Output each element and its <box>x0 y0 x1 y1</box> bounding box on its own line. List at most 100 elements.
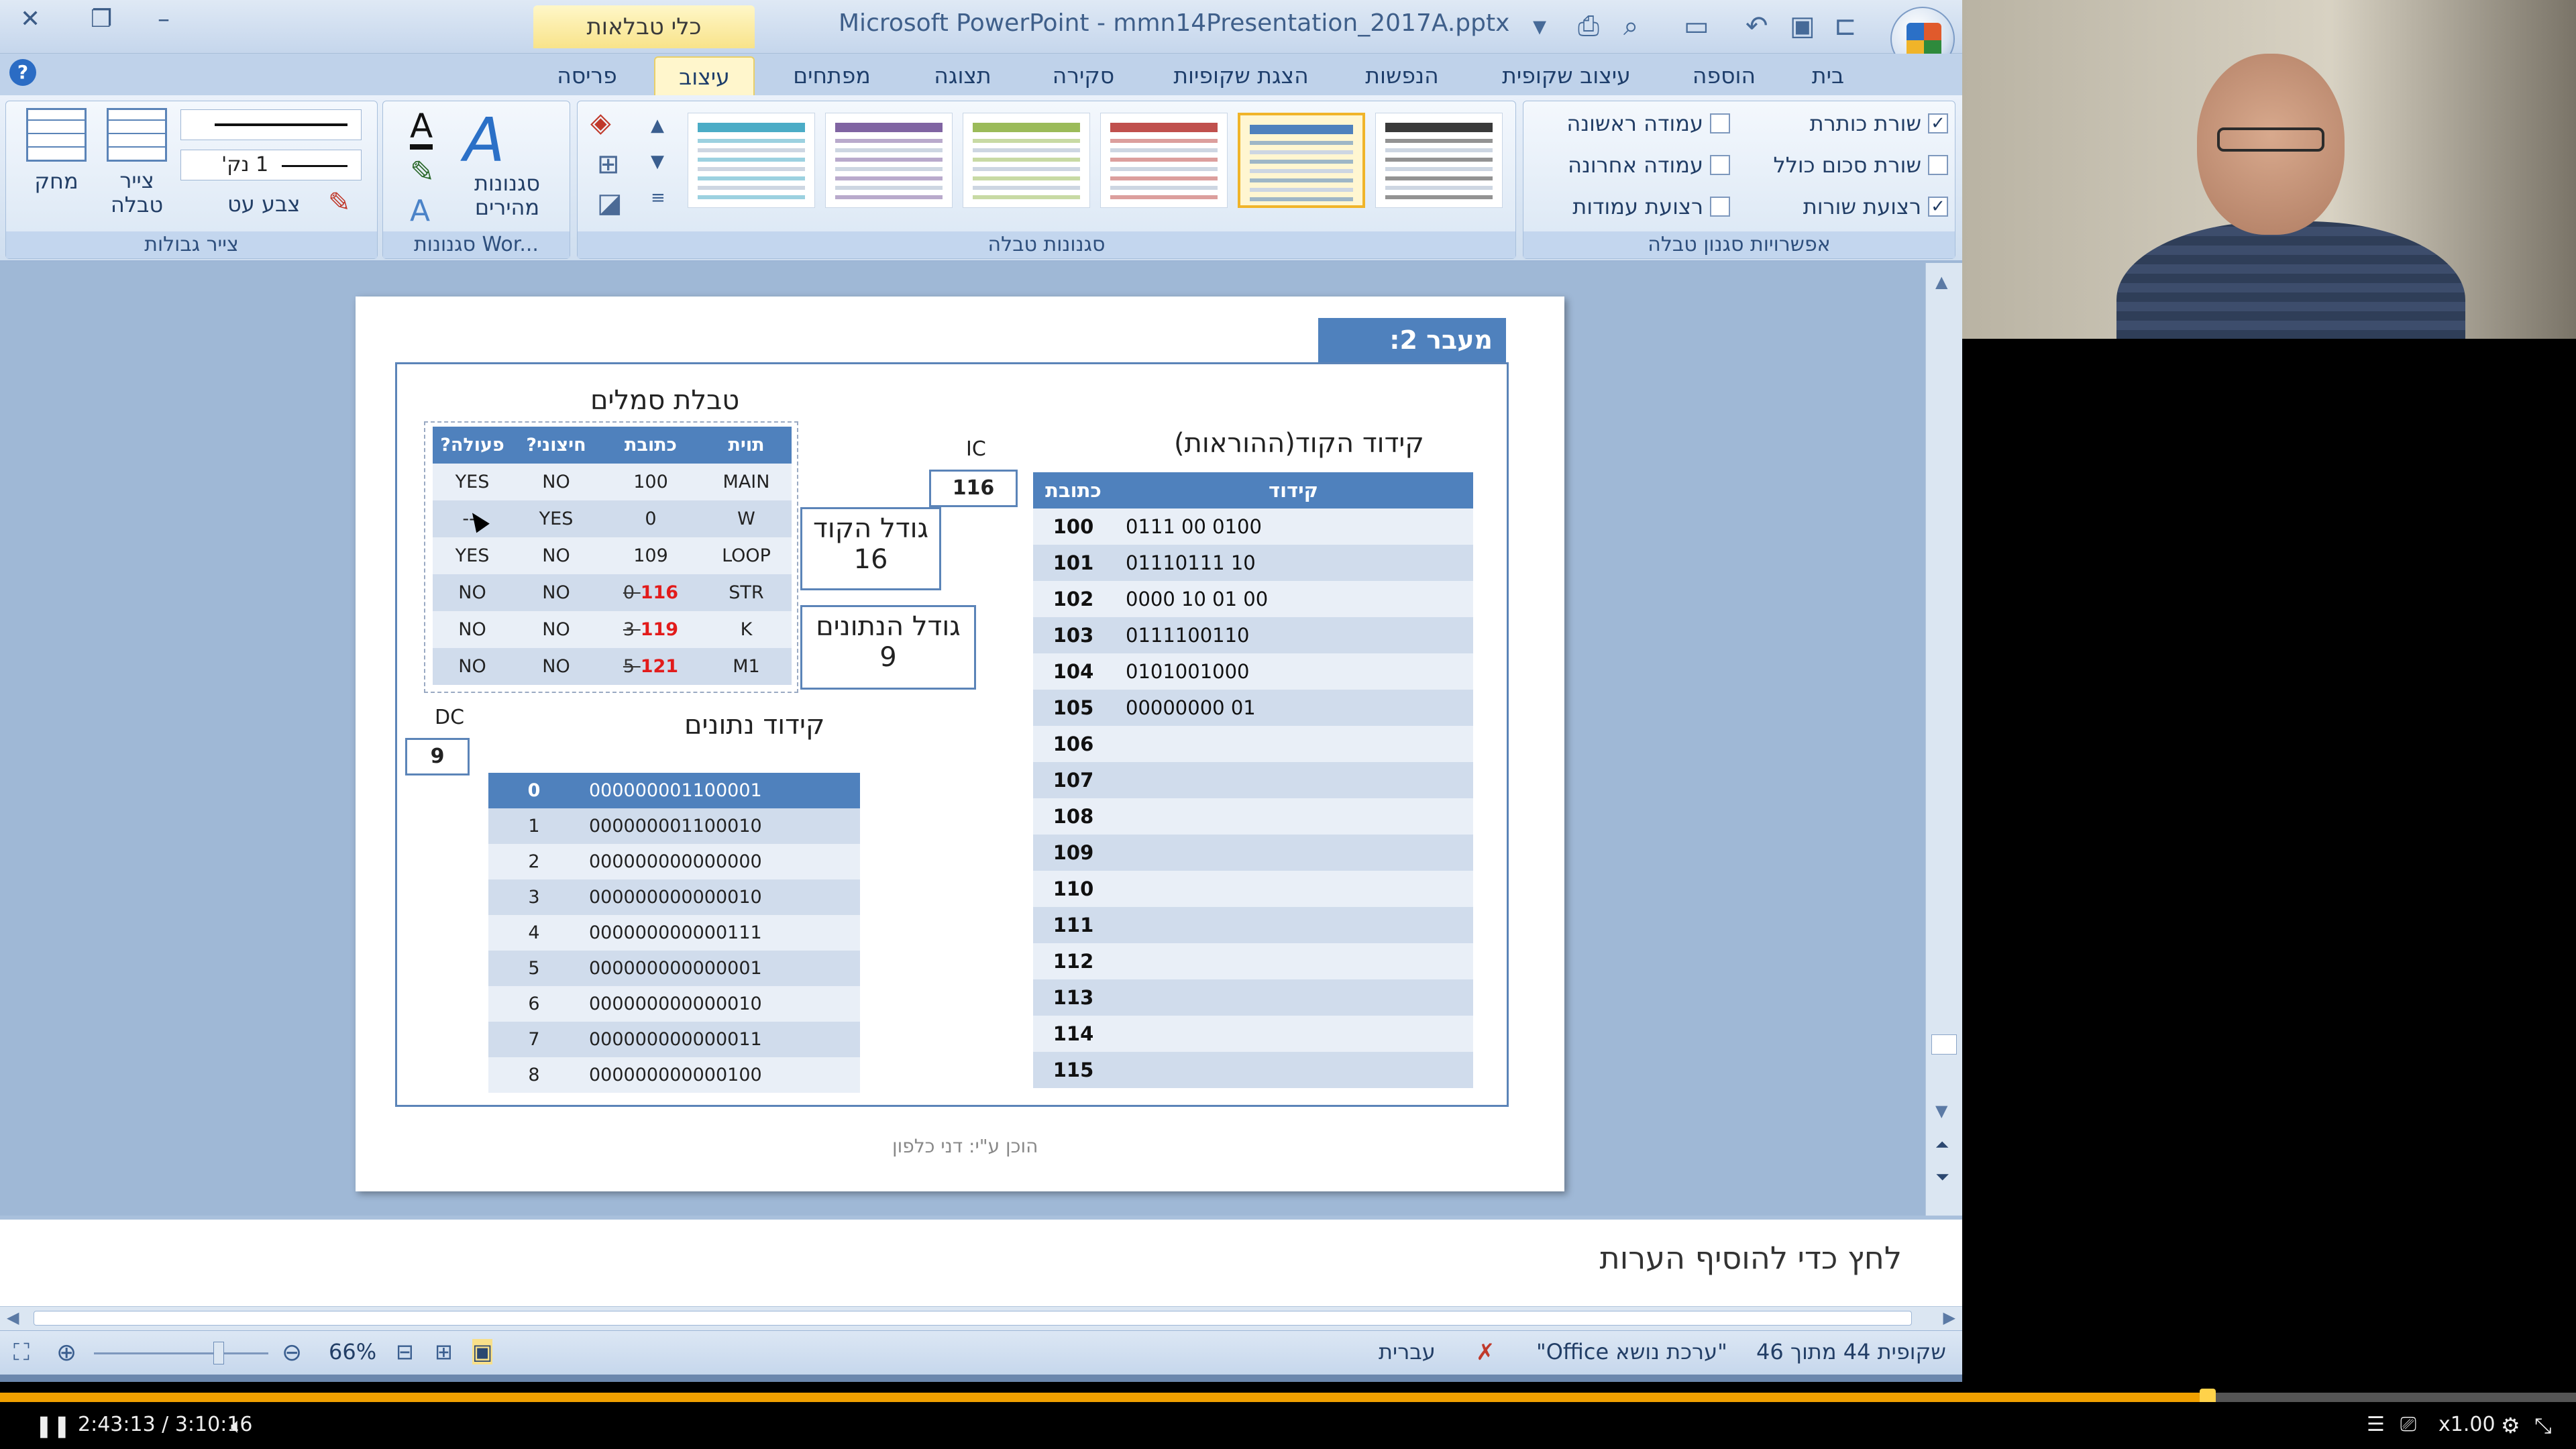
horizontal-scrollbar[interactable]: ◀ ▶ <box>0 1306 1962 1330</box>
checkbox-icon[interactable] <box>1710 155 1730 175</box>
code-size-box[interactable]: גודל הקוד 16 <box>800 507 941 590</box>
scroll-thumb[interactable] <box>1931 1034 1957 1055</box>
data-encoding-table[interactable]: 0 000000001100001 1 000000001100010 2 0000000… <box>488 773 860 1093</box>
label-cell: LOOP <box>701 537 792 574</box>
tab-table-design[interactable]: עיצוב <box>654 56 755 95</box>
table-style-swatch[interactable] <box>688 113 815 208</box>
tab-animations[interactable]: הנפשות <box>1348 56 1456 95</box>
data-size-box[interactable]: גודל הנתונים 9 <box>800 605 976 690</box>
slide-show-icon[interactable]: ▭ <box>1684 11 1709 42</box>
qat-customize-icon[interactable]: ▾ <box>1533 11 1546 42</box>
scroll-down-icon[interactable]: ▼ <box>1935 1102 1947 1120</box>
slide-sorter-icon[interactable]: ⊞ <box>435 1339 453 1364</box>
option-banded-rows[interactable]: ✓ רצועת שורות <box>1803 194 1948 219</box>
table-style-swatch[interactable] <box>963 113 1090 208</box>
tab-view[interactable]: תצוגה <box>919 56 1006 95</box>
scroll-up-icon[interactable]: ▲ <box>1935 272 1947 291</box>
chapters-icon[interactable]: ☰ <box>2367 1413 2385 1436</box>
print-preview-icon[interactable]: ⌕ <box>1623 11 1638 42</box>
vertical-scrollbar[interactable]: ▲ ▼ ⏶ ⏷ <box>1925 263 1962 1216</box>
checkbox-icon[interactable] <box>1928 155 1948 175</box>
option-header-row[interactable]: ✓ שורת כותרת <box>1810 111 1948 136</box>
zoom-slider[interactable] <box>94 1352 268 1354</box>
checkbox-icon[interactable] <box>1710 113 1730 133</box>
option-first-column[interactable]: עמודה ראשונה <box>1566 111 1730 136</box>
language-indicator[interactable]: עברית <box>1379 1339 1436 1364</box>
pen-style-dropdown[interactable] <box>180 109 362 140</box>
scroll-left-icon[interactable]: ◀ <box>7 1308 19 1327</box>
quick-styles-icon[interactable]: A <box>464 105 505 176</box>
fullscreen-icon[interactable]: ⤡ <box>2534 1413 2552 1439</box>
minimize-window-icon[interactable]: – <box>158 5 170 33</box>
zoom-out-icon[interactable]: ⊖ <box>282 1339 302 1366</box>
option-last-column[interactable]: עמודה אחרונה <box>1568 152 1730 178</box>
next-slide-icon[interactable]: ⏷ <box>1935 1167 1949 1188</box>
pause-icon[interactable]: ❚❚ <box>35 1413 71 1438</box>
scroll-right-icon[interactable]: ▶ <box>1943 1308 1955 1327</box>
checkbox-icon[interactable]: ✓ <box>1928 197 1948 217</box>
undo-icon[interactable]: ↶ <box>1746 11 1768 42</box>
gallery-more-icon[interactable]: ≡ <box>651 188 665 208</box>
tab-home[interactable]: בית <box>1784 56 1872 95</box>
checkbox-icon[interactable] <box>1710 197 1730 217</box>
save-icon[interactable]: ▣ <box>1790 11 1815 42</box>
notes-pane[interactable]: לחץ כדי להוסיף הערות <box>0 1216 1962 1306</box>
symbol-table[interactable]: פעולה? חיצוני? כתובת תוית YES NO 100 MAIN --… <box>433 427 792 685</box>
draw-table-label[interactable]: צייר טבלה <box>100 168 174 217</box>
dc-value-box[interactable]: 9 <box>405 738 470 775</box>
print-icon[interactable]: ⎙ <box>1578 11 1599 42</box>
horizontal-scroll-thumb[interactable] <box>34 1311 1912 1326</box>
previous-slide-icon[interactable]: ⏶ <box>1935 1135 1949 1156</box>
text-effects-icon[interactable]: A <box>410 194 430 228</box>
close-window-icon[interactable]: ✕ <box>20 5 40 33</box>
slideshow-view-icon[interactable]: ⊟ <box>396 1339 414 1364</box>
settings-gear-icon[interactable]: ⚙ <box>2501 1413 2520 1438</box>
open-folder-icon[interactable]: ⊏ <box>1834 11 1857 42</box>
tab-insert[interactable]: הוספה <box>1677 56 1771 95</box>
action-cell: YES <box>433 464 512 500</box>
tab-slide-show[interactable]: הצגת שקופיות <box>1161 56 1322 95</box>
tab-table-layout[interactable]: פריסה <box>537 56 637 95</box>
text-fill-icon[interactable]: A <box>410 108 433 150</box>
option-total-row[interactable]: שורת סכום כולל <box>1774 152 1948 178</box>
tab-developer[interactable]: מפתחים <box>778 56 885 95</box>
ic-value-box[interactable]: 116 <box>929 470 1018 507</box>
pen-weight-dropdown[interactable]: 1 נק' <box>180 150 362 180</box>
zoom-in-icon[interactable]: ⊕ <box>56 1339 76 1366</box>
table-style-swatch[interactable] <box>1238 113 1365 208</box>
table-style-swatch[interactable] <box>825 113 953 208</box>
eraser-label[interactable]: מחק <box>23 168 90 194</box>
restore-window-icon[interactable]: ❐ <box>91 5 112 33</box>
table-style-swatch[interactable] <box>1100 113 1228 208</box>
text-outline-icon[interactable]: ✎ <box>410 155 435 189</box>
gallery-up-icon[interactable]: ▲ <box>651 115 664 136</box>
table-style-swatch[interactable] <box>1375 113 1503 208</box>
notes-placeholder[interactable]: לחץ כדי להוסיף הערות <box>1600 1240 1902 1276</box>
pen-color-icon[interactable]: ✎ <box>328 187 351 218</box>
borders-icon[interactable]: ⊞ <box>597 149 620 180</box>
draw-table-icon[interactable] <box>107 108 167 162</box>
swatch-row <box>973 195 1080 199</box>
effects-icon[interactable]: ◪ <box>597 188 623 219</box>
eraser-icon[interactable] <box>26 108 87 162</box>
address-cell: 104 <box>1033 653 1114 690</box>
gallery-down-icon[interactable]: ▼ <box>651 152 664 172</box>
pen-color-label[interactable]: צבע עט <box>227 191 300 217</box>
fit-to-window-icon[interactable]: ⛶ <box>13 1339 30 1366</box>
volume-icon[interactable]: 🔈︎ <box>231 1413 244 1439</box>
shading-icon[interactable]: ◈ <box>590 107 611 138</box>
tab-slide-design[interactable]: עיצוב שקופית <box>1483 56 1650 95</box>
quick-styles-label[interactable]: סגנונות מהירים <box>450 171 564 219</box>
tab-review[interactable]: סקירה <box>1040 56 1127 95</box>
captions-icon[interactable]: ⎚ <box>2400 1413 2416 1436</box>
normal-view-icon[interactable]: ▣ <box>472 1339 493 1364</box>
spelling-check-icon[interactable]: ✗ <box>1476 1339 1495 1366</box>
zoom-level[interactable]: 66% <box>329 1339 376 1364</box>
code-encoding-table[interactable]: כתובת קידוד 100 0111 00 0100 101 01110111 1… <box>1033 472 1473 1088</box>
zoom-slider-thumb[interactable] <box>213 1342 224 1364</box>
checkbox-icon[interactable]: ✓ <box>1928 113 1948 133</box>
slide-title[interactable]: מעבר 2: <box>1318 318 1506 362</box>
option-banded-columns[interactable]: רצועת עמודות <box>1572 194 1730 219</box>
playback-speed[interactable]: x1.00 <box>2438 1413 2496 1436</box>
help-icon[interactable]: ? <box>9 59 36 86</box>
